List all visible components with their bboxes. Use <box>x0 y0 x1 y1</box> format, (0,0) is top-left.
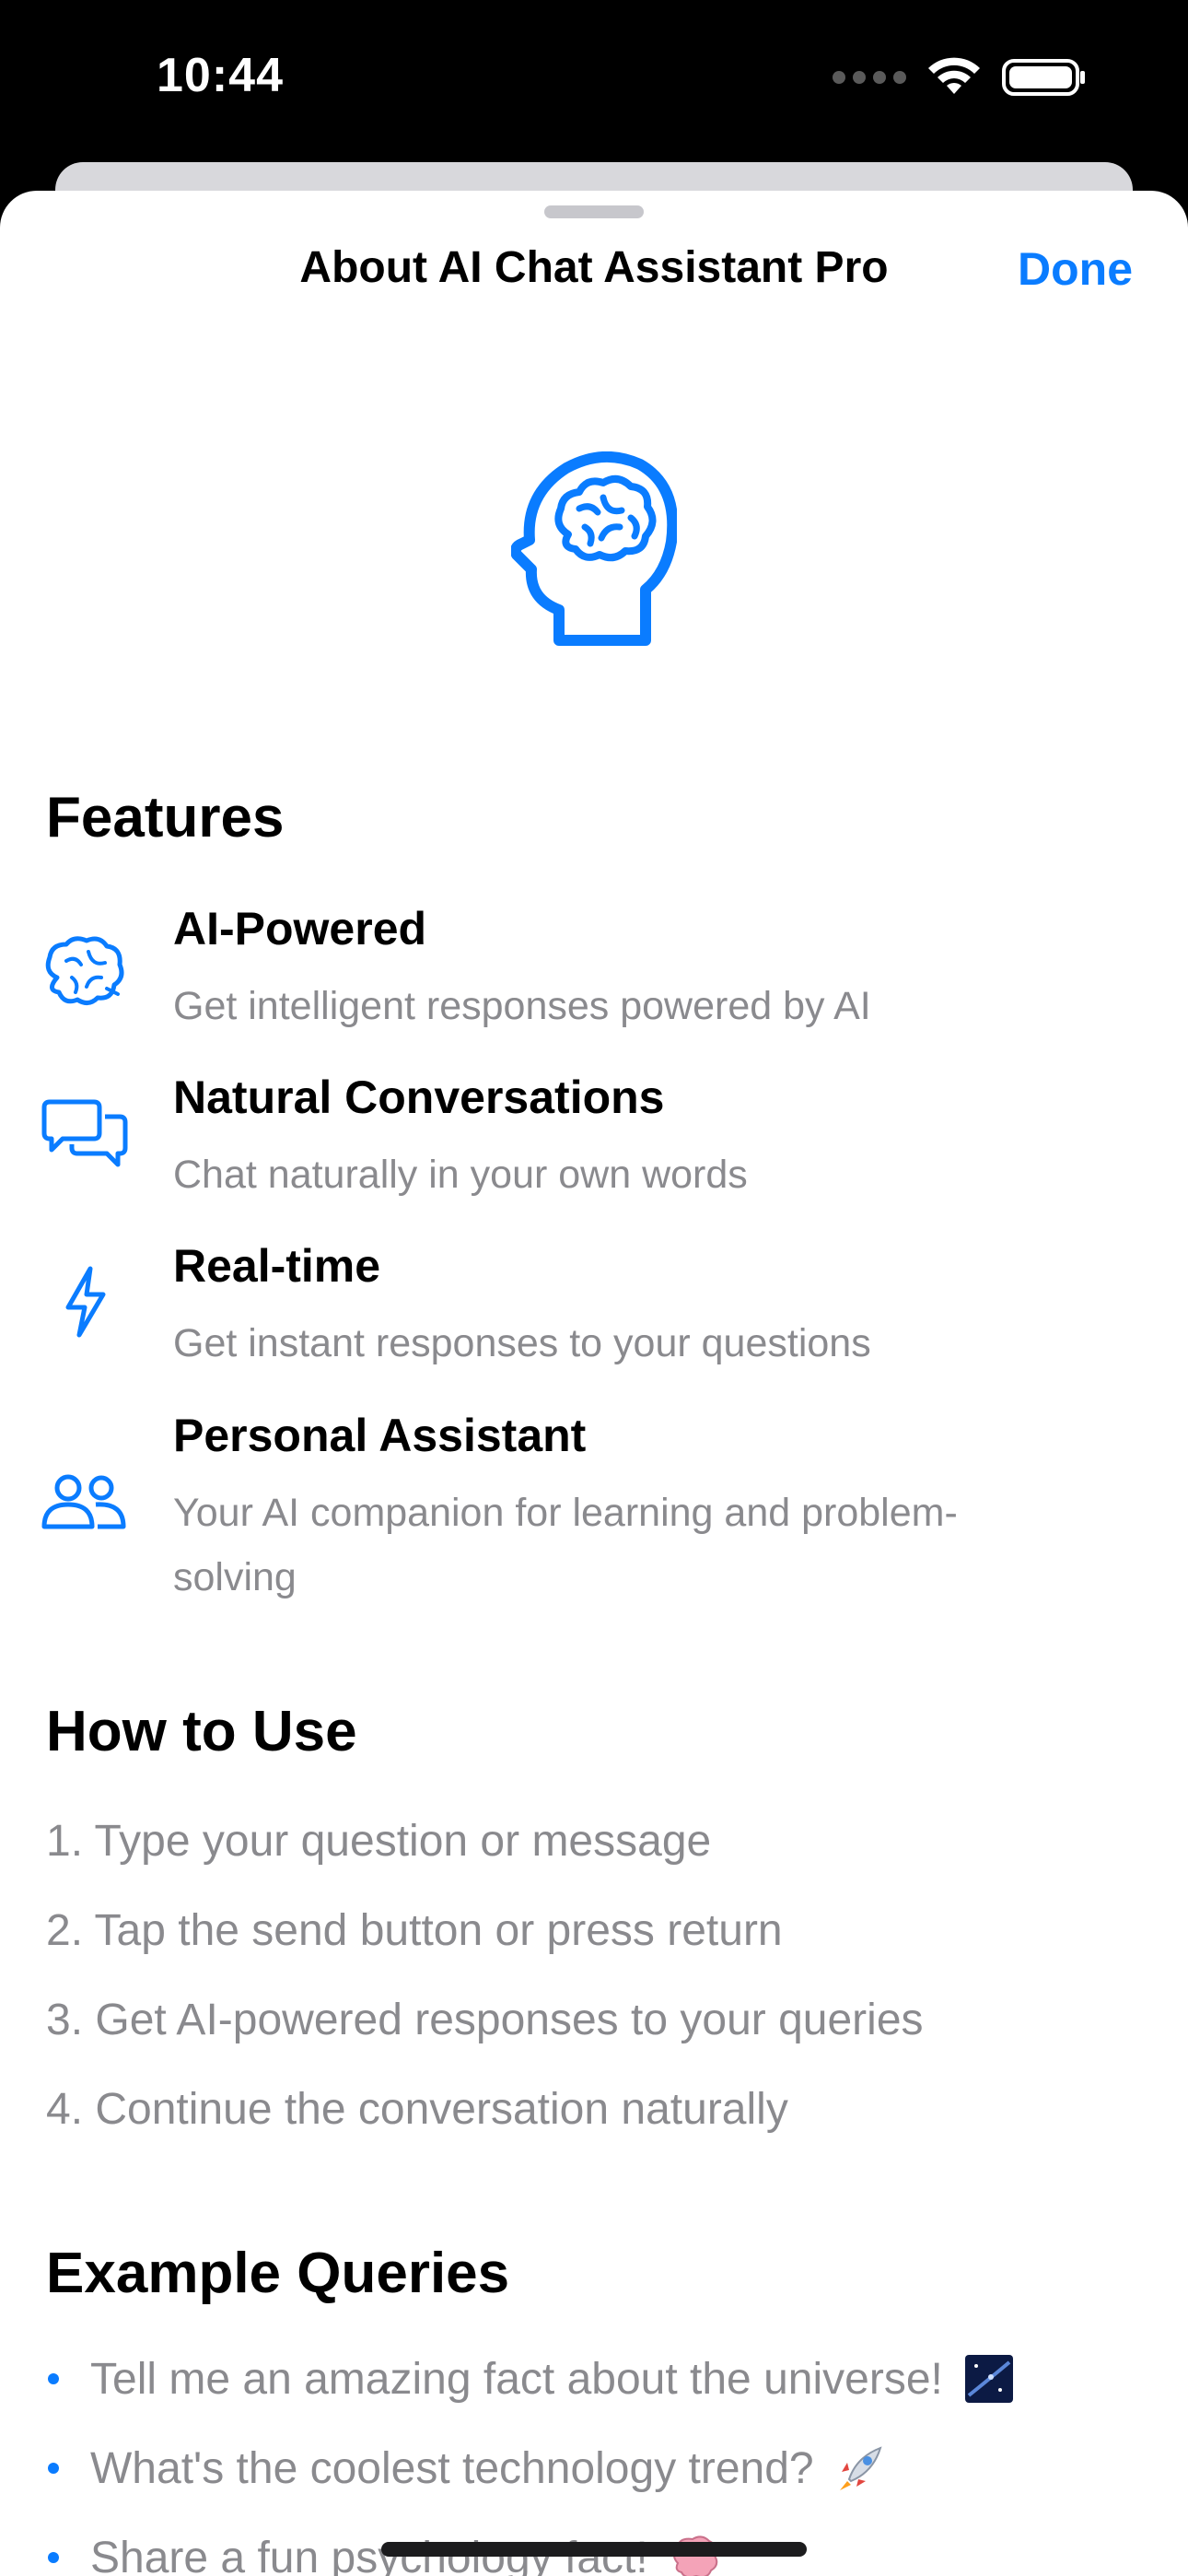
how-to-step: 2. Tap the send button or press return <box>46 1906 783 1955</box>
bullet <box>48 2552 59 2563</box>
brain-icon <box>45 936 124 1005</box>
feature-description: Get instant responses to your questions <box>173 1321 871 1365</box>
galaxy-emoji <box>964 2355 1013 2403</box>
how-to-use-title: How to Use <box>46 1700 357 1763</box>
how-to-step: 4. Continue the conversation naturally <box>46 2085 788 2134</box>
wifi-icon <box>928 57 980 94</box>
rocket-emoji <box>839 2446 882 2490</box>
feature-description: Your AI companion for learning and probl… <box>173 1491 958 1599</box>
feature-description: Chat naturally in your own words <box>173 1153 748 1197</box>
home-indicator[interactable] <box>381 2542 807 2557</box>
chat-bubbles-icon <box>41 1099 128 1167</box>
how-to-step: 1. Type your question or message <box>46 1817 712 1866</box>
example-query-text: Tell me an amazing fact about the univer… <box>90 2354 943 2404</box>
example-queries-title: Example Queries <box>46 2242 510 2305</box>
feature-title: Natural Conversations <box>173 1071 665 1123</box>
example-query-text: What's the coolest technology trend? <box>90 2443 814 2493</box>
status-bar: 10:44 <box>0 0 1188 184</box>
cellular-signal-icon <box>833 71 906 84</box>
status-time: 10:44 <box>157 49 284 102</box>
features-title: Features <box>46 786 285 849</box>
how-to-step: 3. Get AI-powered responses to your quer… <box>46 1996 924 2044</box>
example-query[interactable]: What's the coolest technology trend? <box>48 2442 886 2494</box>
done-button[interactable]: Done <box>1018 242 1133 296</box>
feature-title: Personal Assistant <box>173 1410 587 1461</box>
bullet <box>48 2463 59 2474</box>
bullet <box>48 2373 59 2384</box>
head-brain-icon <box>511 451 677 646</box>
about-sheet: About AI Chat Assistant Pro Done Feature… <box>0 191 1188 2576</box>
status-icons <box>833 57 1087 98</box>
battery-icon <box>1002 59 1085 96</box>
people-icon <box>41 1474 126 1529</box>
feature-description: Get intelligent responses powered by AI <box>173 984 871 1028</box>
sheet-grabber[interactable] <box>544 205 644 218</box>
feature-title: AI-Powered <box>173 903 427 954</box>
example-query[interactable]: Tell me an amazing fact about the univer… <box>48 2353 1015 2405</box>
feature-title: Real-time <box>173 1240 381 1292</box>
nav-title: About AI Chat Assistant Pro <box>299 243 889 292</box>
bolt-icon <box>65 1266 106 1338</box>
